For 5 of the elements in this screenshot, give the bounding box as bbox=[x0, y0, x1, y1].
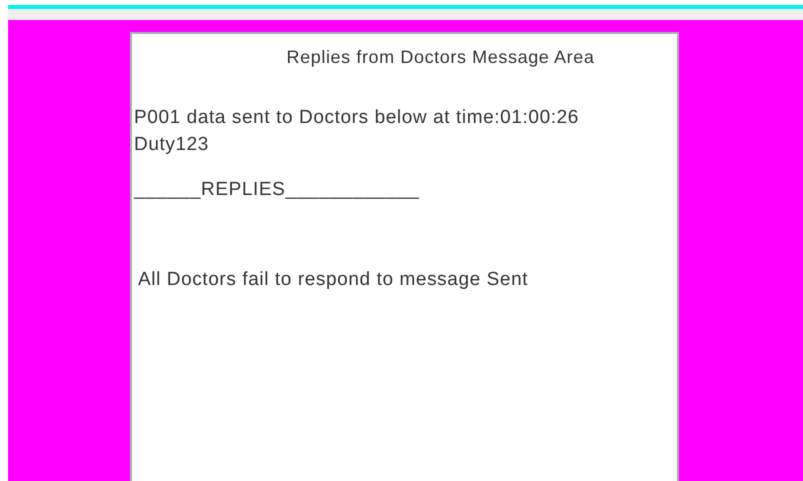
message-text: Duty123 bbox=[134, 133, 209, 157]
message-text: All Doctors fail to respond to message Sent bbox=[137, 268, 528, 292]
message-area-title: Replies from Doctors Message Area bbox=[286, 46, 594, 68]
message-text: ______REPLIES____________ bbox=[134, 178, 420, 202]
message-text: P001 data sent to Doctors below at time:01:00:26 bbox=[134, 106, 579, 130]
